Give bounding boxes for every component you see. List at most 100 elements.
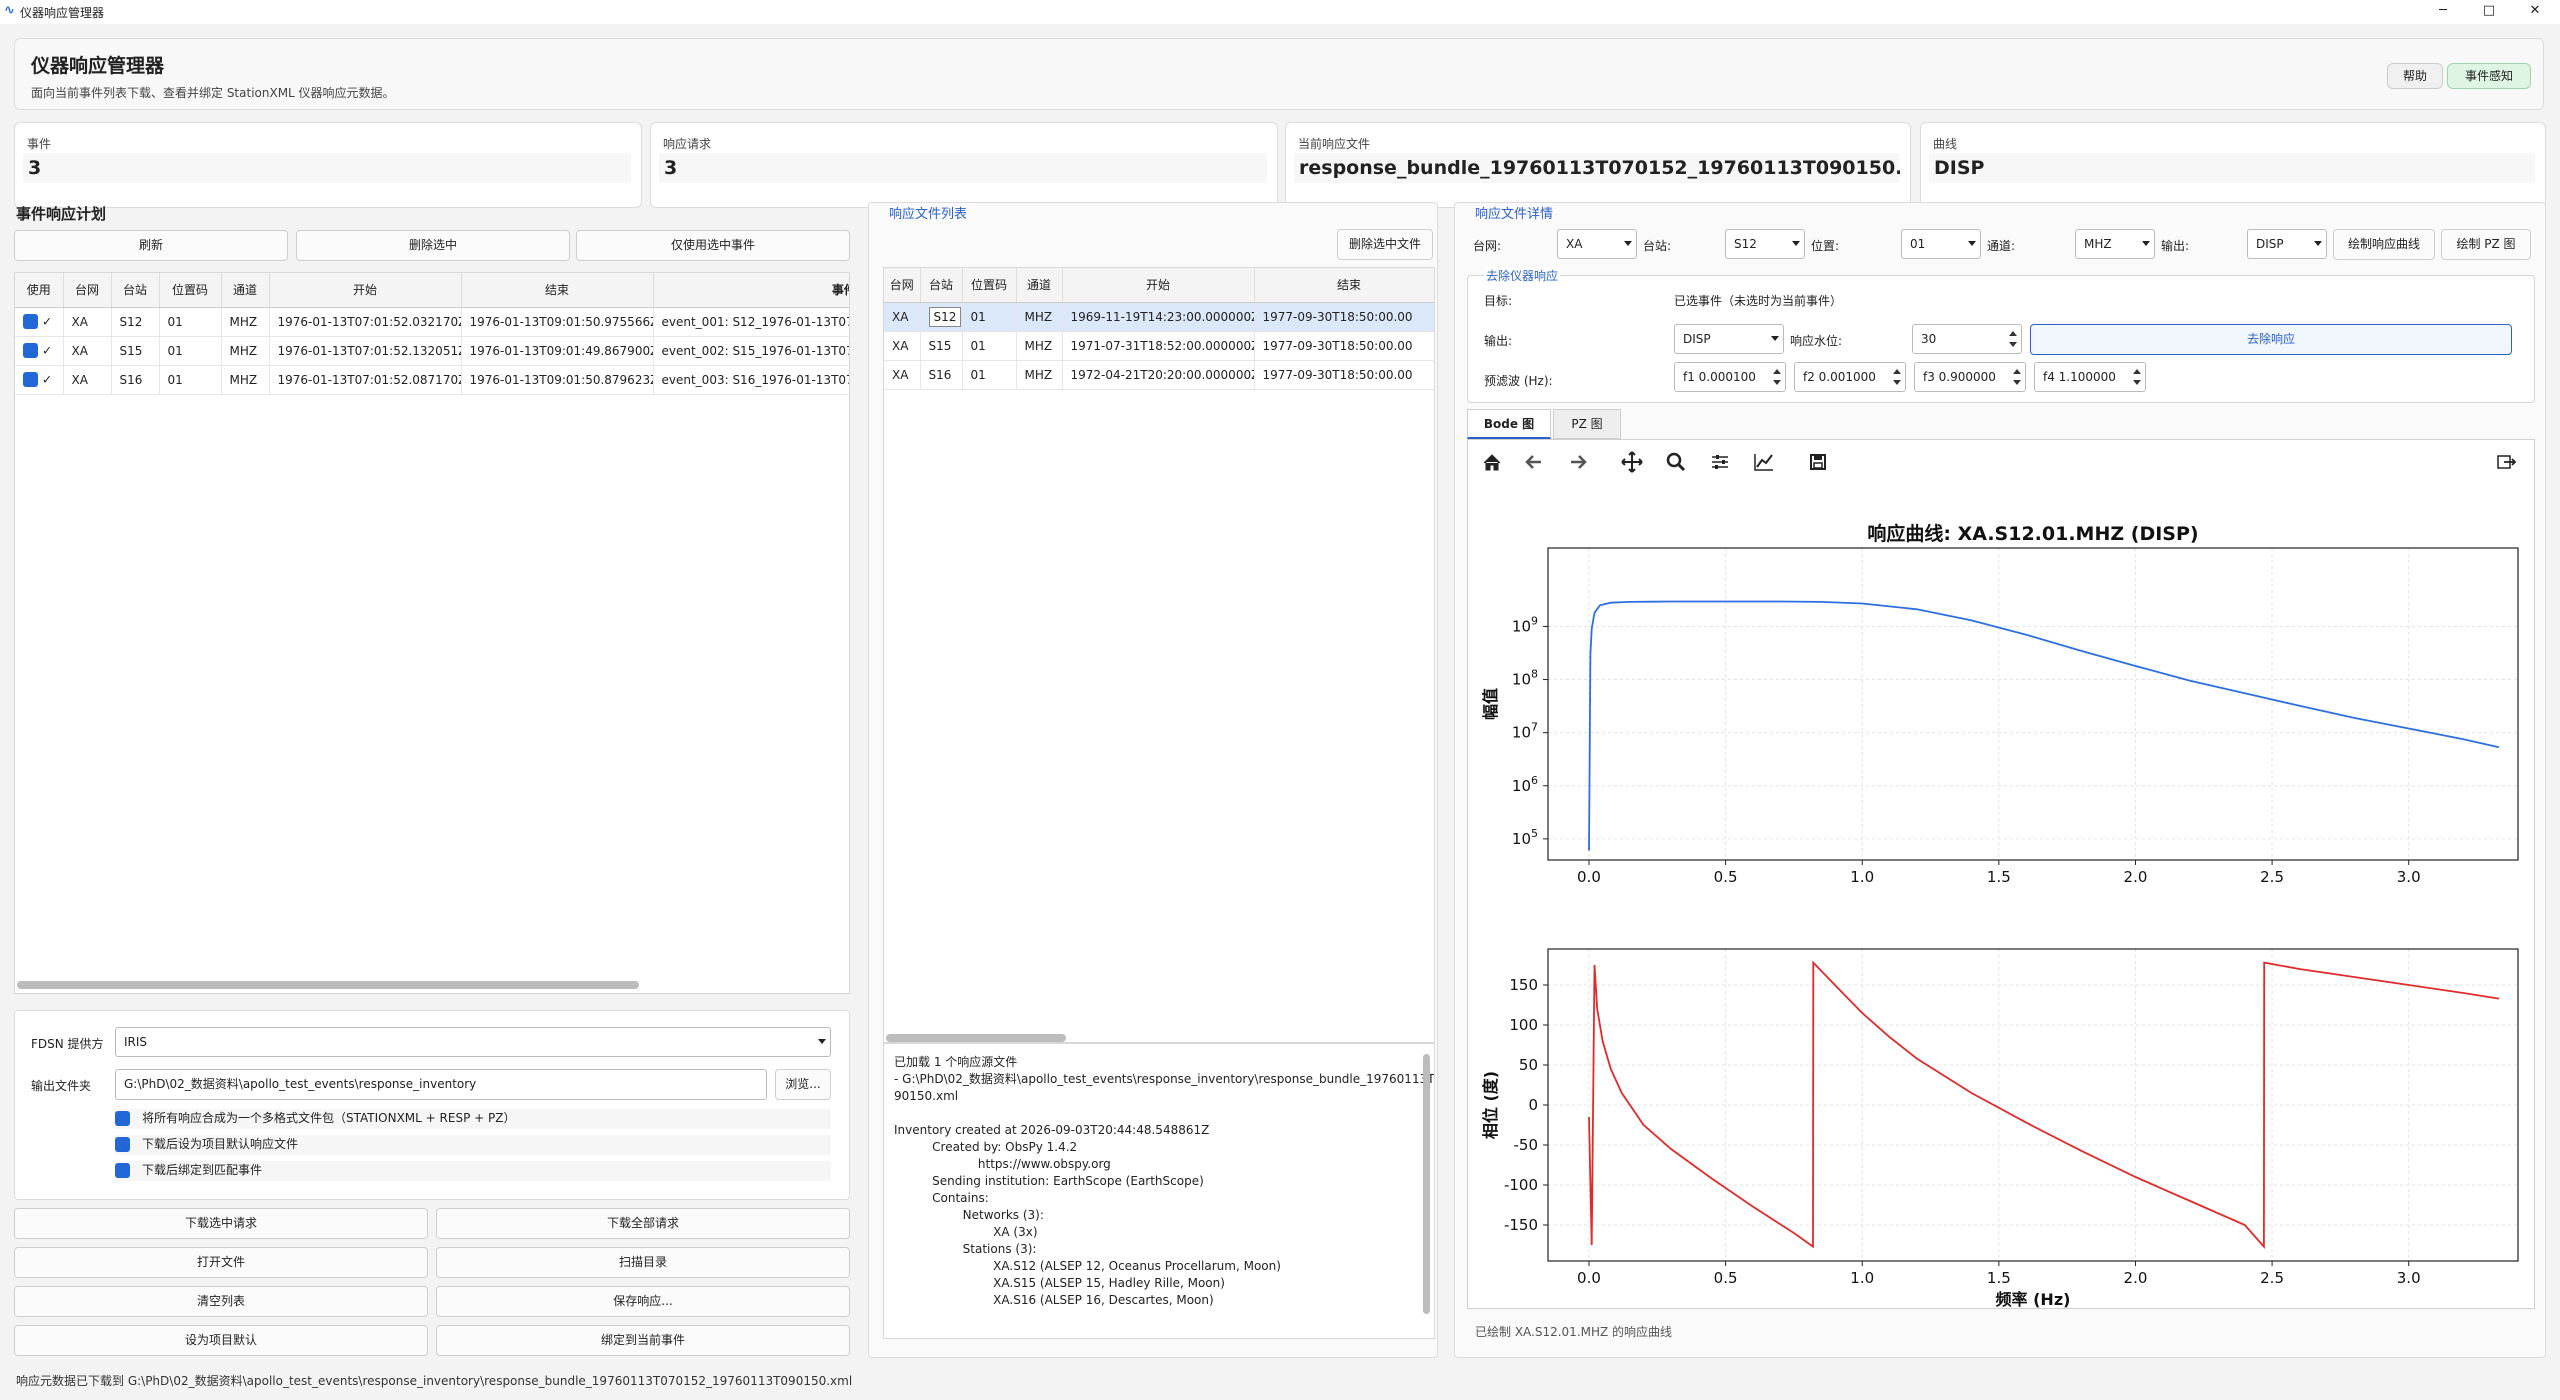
checkbox[interactable] bbox=[23, 372, 38, 387]
table-row[interactable]: XA S16 01 MHZ 1972-04-21T20:20:00.000000… bbox=[884, 360, 1434, 390]
inventory-log[interactable]: 已加载 1 个响应源文件 - G:\PhD\02_数据资料\apollo_tes… bbox=[883, 1043, 1435, 1339]
output-select[interactable]: DISP bbox=[2247, 229, 2327, 259]
edit-axes-icon[interactable] bbox=[1748, 446, 1780, 478]
output-folder-input[interactable]: G:\PhD\02_数据资料\apollo_test_events\respon… bbox=[115, 1069, 767, 1100]
f4-spinbox[interactable]: f4 1.100000 bbox=[2034, 362, 2146, 392]
download-all-button[interactable]: 下载全部请求 bbox=[436, 1208, 850, 1239]
download-selected-button[interactable]: 下载选中请求 bbox=[14, 1208, 428, 1239]
column-header[interactable]: 通道 bbox=[221, 273, 270, 308]
spin-down-icon[interactable] bbox=[1893, 380, 1901, 385]
table-row[interactable]: XA S15 01 MHZ 1971-07-31T18:52:00.000000… bbox=[884, 331, 1434, 361]
spin-up-icon[interactable] bbox=[1893, 369, 1901, 374]
horizontal-scrollbar[interactable] bbox=[886, 1034, 1066, 1042]
column-header[interactable]: 台站 bbox=[920, 268, 963, 303]
column-header[interactable]: 事件 ID bbox=[653, 273, 849, 308]
f1-spinbox[interactable]: f1 0.000100 bbox=[1674, 362, 1786, 392]
use-checkbox-cell[interactable]: ✓ bbox=[15, 307, 64, 337]
table-row[interactable]: ✓ XA S16 01 MHZ 1976-01-13T07:01:52.0871… bbox=[15, 365, 849, 395]
remove-response-button[interactable]: 去除响应 bbox=[2030, 324, 2512, 355]
save-icon[interactable] bbox=[1802, 446, 1834, 478]
water-level-spinbox[interactable]: 30 bbox=[1912, 324, 2022, 354]
table-cell: 1976-01-13T07:01:52.132051Z bbox=[269, 336, 462, 366]
table-cell: 1971-07-31T18:52:00.000000Z bbox=[1062, 331, 1255, 361]
spin-up-icon[interactable] bbox=[2013, 369, 2021, 374]
minimize-button[interactable]: ─ bbox=[2420, 0, 2466, 22]
delete-selected-button[interactable]: 删除选中 bbox=[296, 230, 570, 261]
checkbox[interactable] bbox=[23, 314, 38, 329]
spin-down-icon[interactable] bbox=[1773, 380, 1781, 385]
column-header[interactable]: 使用 bbox=[15, 273, 64, 308]
column-header[interactable]: 开始 bbox=[269, 273, 462, 308]
tab-bode[interactable]: Bode 图 bbox=[1467, 409, 1551, 439]
option-row[interactable]: 下载后设为项目默认响应文件 bbox=[115, 1135, 831, 1155]
clear-list-button[interactable]: 清空列表 bbox=[14, 1286, 428, 1317]
set-project-default-button[interactable]: 设为项目默认 bbox=[14, 1325, 428, 1356]
table-row[interactable]: ✓ XA S12 01 MHZ 1976-01-13T07:01:52.0321… bbox=[15, 307, 849, 337]
checkbox[interactable] bbox=[23, 343, 38, 358]
out-label: 输出: bbox=[1484, 334, 1513, 348]
column-header[interactable]: 结束 bbox=[1254, 268, 1434, 303]
refresh-button[interactable]: 刷新 bbox=[14, 230, 288, 261]
tab-pz[interactable]: PZ 图 bbox=[1553, 409, 1621, 439]
f2-spinbox[interactable]: f2 0.001000 bbox=[1794, 362, 1906, 392]
option-row[interactable]: 将所有响应合成为一个多格式文件包（STATIONXML + RESP + PZ） bbox=[115, 1109, 831, 1129]
scan-directory-button[interactable]: 扫描目录 bbox=[436, 1247, 850, 1278]
bode-plot[interactable]: 响应曲线: XA.S12.01.MHZ (DISP) 0.0 0.5 1.0 1.5 2.… bbox=[1468, 484, 2534, 1308]
channel-select[interactable]: MHZ bbox=[2075, 229, 2155, 259]
vertical-scrollbar[interactable] bbox=[1423, 1054, 1430, 1314]
spin-up-icon[interactable] bbox=[2133, 369, 2141, 374]
back-arrow-icon[interactable] bbox=[1518, 446, 1550, 478]
files-title: 响应文件列表 bbox=[887, 203, 970, 222]
table-row[interactable]: XA S12 01 MHZ 1969-11-19T14:23:00.000000… bbox=[884, 302, 1434, 332]
remove-output-select[interactable]: DISP bbox=[1674, 324, 1784, 354]
close-button[interactable]: ✕ bbox=[2512, 0, 2558, 22]
bind-current-event-button[interactable]: 绑定到当前事件 bbox=[436, 1325, 850, 1356]
f3-spinbox[interactable]: f3 0.900000 bbox=[1914, 362, 2026, 392]
use-checkbox-cell[interactable]: ✓ bbox=[15, 336, 64, 366]
maximize-button[interactable]: □ bbox=[2466, 0, 2512, 22]
help-button[interactable]: 帮助 bbox=[2387, 63, 2443, 89]
column-header[interactable]: 结束 bbox=[461, 273, 654, 308]
checkbox[interactable] bbox=[115, 1137, 130, 1152]
pan-icon[interactable] bbox=[1616, 446, 1648, 478]
delete-selected-file-button[interactable]: 删除选中文件 bbox=[1337, 229, 1433, 260]
network-select[interactable]: XA bbox=[1557, 229, 1637, 259]
spin-up-icon[interactable] bbox=[1773, 369, 1781, 374]
plot-pz-button[interactable]: 绘制 PZ 图 bbox=[2441, 229, 2531, 260]
column-header[interactable]: 台网 bbox=[884, 268, 921, 303]
column-header[interactable]: 台站 bbox=[111, 273, 160, 308]
forward-arrow-icon[interactable] bbox=[1562, 446, 1594, 478]
checkbox[interactable] bbox=[115, 1163, 130, 1178]
save-response-button[interactable]: 保存响应... bbox=[436, 1286, 850, 1317]
spin-down-icon[interactable] bbox=[2133, 380, 2141, 385]
use-checkbox-cell[interactable]: ✓ bbox=[15, 365, 64, 395]
browse-button[interactable]: 浏览... bbox=[775, 1069, 831, 1100]
column-header[interactable]: 位置码 bbox=[159, 273, 222, 308]
y-tick-label: 0 bbox=[1528, 1096, 1538, 1114]
option-row[interactable]: 下载后绑定到匹配事件 bbox=[115, 1161, 831, 1181]
table-row[interactable]: ✓ XA S15 01 MHZ 1976-01-13T07:01:52.1320… bbox=[15, 336, 849, 366]
column-header[interactable]: 位置码 bbox=[962, 268, 1017, 303]
spin-down-icon[interactable] bbox=[2013, 380, 2021, 385]
home-icon[interactable] bbox=[1476, 446, 1508, 478]
location-select[interactable]: 01 bbox=[1901, 229, 1981, 259]
column-header[interactable]: 开始 bbox=[1062, 268, 1255, 303]
zoom-icon[interactable] bbox=[1660, 446, 1692, 478]
use-selected-events-button[interactable]: 仅使用选中事件 bbox=[576, 230, 850, 261]
open-file-button[interactable]: 打开文件 bbox=[14, 1247, 428, 1278]
event-aware-badge[interactable]: 事件感知 bbox=[2447, 63, 2531, 89]
table-cell: 01 bbox=[962, 360, 1017, 390]
spin-up-icon[interactable] bbox=[2009, 331, 2017, 336]
spin-down-icon[interactable] bbox=[2009, 342, 2017, 347]
column-header[interactable]: 台网 bbox=[63, 273, 112, 308]
horizontal-scrollbar[interactable] bbox=[17, 981, 639, 989]
export-icon[interactable] bbox=[2490, 446, 2522, 478]
table-cell: MHZ bbox=[1016, 360, 1063, 390]
fdsn-provider-select[interactable]: IRIS bbox=[115, 1027, 831, 1057]
y-tick-label: 109 bbox=[1512, 614, 1538, 635]
configure-subplots-icon[interactable] bbox=[1704, 446, 1736, 478]
station-select[interactable]: S12 bbox=[1725, 229, 1805, 259]
checkbox[interactable] bbox=[115, 1111, 130, 1126]
column-header[interactable]: 通道 bbox=[1016, 268, 1063, 303]
plot-response-button[interactable]: 绘制响应曲线 bbox=[2333, 229, 2435, 260]
